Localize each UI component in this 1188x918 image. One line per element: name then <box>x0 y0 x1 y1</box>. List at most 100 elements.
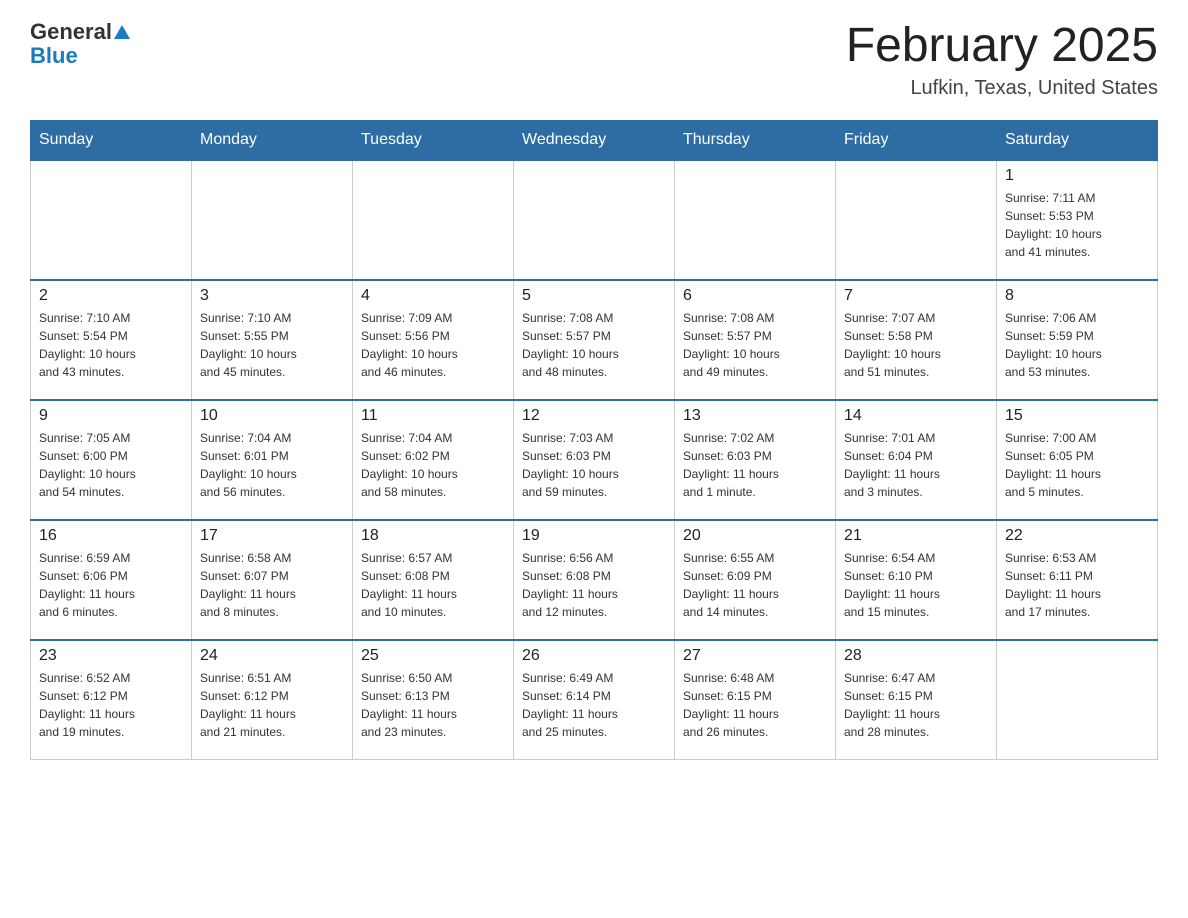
day-info: Sunrise: 6:53 AM Sunset: 6:11 PM Dayligh… <box>1005 549 1149 621</box>
day-number: 28 <box>844 647 988 665</box>
day-number: 7 <box>844 287 988 305</box>
day-info: Sunrise: 7:10 AM Sunset: 5:55 PM Dayligh… <box>200 309 344 381</box>
day-number: 14 <box>844 407 988 425</box>
calendar-cell: 10 Sunrise: 7:04 AM Sunset: 6:01 PM Dayli… <box>192 400 353 520</box>
week-row-5: 23 Sunrise: 6:52 AM Sunset: 6:12 PM Dayli… <box>31 640 1158 760</box>
week-row-2: 2 Sunrise: 7:10 AM Sunset: 5:54 PM Daylig… <box>31 280 1158 400</box>
week-row-3: 9 Sunrise: 7:05 AM Sunset: 6:00 PM Daylig… <box>31 400 1158 520</box>
calendar-cell: 6 Sunrise: 7:08 AM Sunset: 5:57 PM Daylig… <box>675 280 836 400</box>
logo-triangle-icon <box>114 25 130 39</box>
calendar-cell <box>675 160 836 280</box>
day-number: 4 <box>361 287 505 305</box>
day-number: 16 <box>39 527 183 545</box>
calendar-cell: 8 Sunrise: 7:06 AM Sunset: 5:59 PM Daylig… <box>997 280 1158 400</box>
calendar-cell: 21 Sunrise: 6:54 AM Sunset: 6:10 PM Dayli… <box>836 520 997 640</box>
calendar-cell: 28 Sunrise: 6:47 AM Sunset: 6:15 PM Dayli… <box>836 640 997 760</box>
day-info: Sunrise: 7:02 AM Sunset: 6:03 PM Dayligh… <box>683 429 827 501</box>
logo: General Blue <box>30 20 130 68</box>
calendar-header-wednesday: Wednesday <box>514 120 675 160</box>
day-number: 6 <box>683 287 827 305</box>
day-info: Sunrise: 7:07 AM Sunset: 5:58 PM Dayligh… <box>844 309 988 381</box>
day-info: Sunrise: 7:11 AM Sunset: 5:53 PM Dayligh… <box>1005 189 1149 261</box>
day-number: 11 <box>361 407 505 425</box>
calendar-cell: 13Sunrise: 7:02 AM Sunset: 6:03 PM Dayli… <box>675 400 836 520</box>
week-row-1: 1 Sunrise: 7:11 AM Sunset: 5:53 PM Daylig… <box>31 160 1158 280</box>
day-info: Sunrise: 6:56 AM Sunset: 6:08 PM Dayligh… <box>522 549 666 621</box>
calendar-cell <box>353 160 514 280</box>
day-number: 12 <box>522 407 666 425</box>
calendar-cell: 1 Sunrise: 7:11 AM Sunset: 5:53 PM Daylig… <box>997 160 1158 280</box>
day-info: Sunrise: 6:49 AM Sunset: 6:14 PM Dayligh… <box>522 669 666 741</box>
day-number: 21 <box>844 527 988 545</box>
calendar-header-saturday: Saturday <box>997 120 1158 160</box>
week-row-4: 16 Sunrise: 6:59 AM Sunset: 6:06 PM Dayli… <box>31 520 1158 640</box>
calendar-header-friday: Friday <box>836 120 997 160</box>
day-info: Sunrise: 7:04 AM Sunset: 6:01 PM Dayligh… <box>200 429 344 501</box>
day-info: Sunrise: 6:50 AM Sunset: 6:13 PM Dayligh… <box>361 669 505 741</box>
day-number: 17 <box>200 527 344 545</box>
day-number: 10 <box>200 407 344 425</box>
calendar-cell: 27 Sunrise: 6:48 AM Sunset: 6:15 PM Dayli… <box>675 640 836 760</box>
calendar-cell: 17 Sunrise: 6:58 AM Sunset: 6:07 PM Dayli… <box>192 520 353 640</box>
calendar-cell <box>192 160 353 280</box>
calendar-cell: 15 Sunrise: 7:00 AM Sunset: 6:05 PM Dayli… <box>997 400 1158 520</box>
day-info: Sunrise: 7:09 AM Sunset: 5:56 PM Dayligh… <box>361 309 505 381</box>
day-info: Sunrise: 7:10 AM Sunset: 5:54 PM Dayligh… <box>39 309 183 381</box>
day-info: Sunrise: 7:04 AM Sunset: 6:02 PM Dayligh… <box>361 429 505 501</box>
logo-general-text: General <box>30 20 112 44</box>
day-number: 26 <box>522 647 666 665</box>
calendar-cell: 23 Sunrise: 6:52 AM Sunset: 6:12 PM Dayli… <box>31 640 192 760</box>
calendar-cell: 4 Sunrise: 7:09 AM Sunset: 5:56 PM Daylig… <box>353 280 514 400</box>
day-info: Sunrise: 7:01 AM Sunset: 6:04 PM Dayligh… <box>844 429 988 501</box>
calendar-cell: 7 Sunrise: 7:07 AM Sunset: 5:58 PM Daylig… <box>836 280 997 400</box>
day-number: 8 <box>1005 287 1149 305</box>
calendar-cell: 5 Sunrise: 7:08 AM Sunset: 5:57 PM Daylig… <box>514 280 675 400</box>
day-number: 9 <box>39 407 183 425</box>
calendar-cell: 24 Sunrise: 6:51 AM Sunset: 6:12 PM Dayli… <box>192 640 353 760</box>
day-number: 1 <box>1005 167 1149 185</box>
calendar-cell: 18Sunrise: 6:57 AM Sunset: 6:08 PM Dayli… <box>353 520 514 640</box>
day-number: 27 <box>683 647 827 665</box>
title-section: February 2025 Lufkin, Texas, United Stat… <box>846 20 1158 100</box>
calendar-cell: 14 Sunrise: 7:01 AM Sunset: 6:04 PM Dayli… <box>836 400 997 520</box>
day-info: Sunrise: 6:52 AM Sunset: 6:12 PM Dayligh… <box>39 669 183 741</box>
day-number: 23 <box>39 647 183 665</box>
day-info: Sunrise: 7:06 AM Sunset: 5:59 PM Dayligh… <box>1005 309 1149 381</box>
day-number: 2 <box>39 287 183 305</box>
logo-blue-text: Blue <box>30 44 78 68</box>
calendar-cell: 11 Sunrise: 7:04 AM Sunset: 6:02 PM Dayli… <box>353 400 514 520</box>
calendar-cell: 19 Sunrise: 6:56 AM Sunset: 6:08 PM Dayli… <box>514 520 675 640</box>
day-number: 25 <box>361 647 505 665</box>
day-info: Sunrise: 6:54 AM Sunset: 6:10 PM Dayligh… <box>844 549 988 621</box>
calendar-cell: 25 Sunrise: 6:50 AM Sunset: 6:13 PM Dayli… <box>353 640 514 760</box>
calendar-cell: 9 Sunrise: 7:05 AM Sunset: 6:00 PM Daylig… <box>31 400 192 520</box>
calendar-header-thursday: Thursday <box>675 120 836 160</box>
day-info: Sunrise: 7:05 AM Sunset: 6:00 PM Dayligh… <box>39 429 183 501</box>
calendar-cell: 22Sunrise: 6:53 AM Sunset: 6:11 PM Dayli… <box>997 520 1158 640</box>
day-number: 3 <box>200 287 344 305</box>
location-title: Lufkin, Texas, United States <box>846 77 1158 100</box>
page-header: General Blue February 2025 Lufkin, Texas… <box>30 20 1158 100</box>
day-number: 5 <box>522 287 666 305</box>
day-info: Sunrise: 6:57 AM Sunset: 6:08 PM Dayligh… <box>361 549 505 621</box>
calendar-cell <box>997 640 1158 760</box>
day-info: Sunrise: 6:51 AM Sunset: 6:12 PM Dayligh… <box>200 669 344 741</box>
day-info: Sunrise: 7:00 AM Sunset: 6:05 PM Dayligh… <box>1005 429 1149 501</box>
day-number: 20 <box>683 527 827 545</box>
month-title: February 2025 <box>846 20 1158 73</box>
calendar-header-tuesday: Tuesday <box>353 120 514 160</box>
day-number: 24 <box>200 647 344 665</box>
calendar-cell: 12Sunrise: 7:03 AM Sunset: 6:03 PM Dayli… <box>514 400 675 520</box>
day-info: Sunrise: 7:08 AM Sunset: 5:57 PM Dayligh… <box>683 309 827 381</box>
day-number: 15 <box>1005 407 1149 425</box>
day-info: Sunrise: 6:48 AM Sunset: 6:15 PM Dayligh… <box>683 669 827 741</box>
day-info: Sunrise: 6:59 AM Sunset: 6:06 PM Dayligh… <box>39 549 183 621</box>
calendar-cell: 26 Sunrise: 6:49 AM Sunset: 6:14 PM Dayli… <box>514 640 675 760</box>
day-info: Sunrise: 6:55 AM Sunset: 6:09 PM Dayligh… <box>683 549 827 621</box>
day-info: Sunrise: 6:58 AM Sunset: 6:07 PM Dayligh… <box>200 549 344 621</box>
calendar-cell <box>31 160 192 280</box>
day-info: Sunrise: 7:08 AM Sunset: 5:57 PM Dayligh… <box>522 309 666 381</box>
day-number: 19 <box>522 527 666 545</box>
calendar-cell: 16 Sunrise: 6:59 AM Sunset: 6:06 PM Dayli… <box>31 520 192 640</box>
day-info: Sunrise: 6:47 AM Sunset: 6:15 PM Dayligh… <box>844 669 988 741</box>
